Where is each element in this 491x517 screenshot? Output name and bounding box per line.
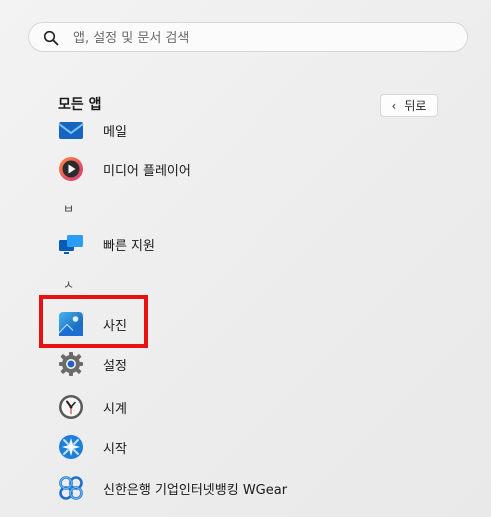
list-item-label: 신한은행 기업인터넷뱅킹 WGear [103,482,288,498]
quick-assist-icon [59,235,83,254]
page-title: 모든 앱 [58,97,102,113]
back-button[interactable]: ‹ 뒤로 [380,94,438,117]
get-started-icon [59,435,83,459]
section-letter-siot[interactable]: ㅅ [63,276,74,293]
back-button-label: 뒤로 [404,99,427,113]
list-item-clock[interactable]: 시계 [52,389,432,425]
list-item-label: 메일 [103,124,127,140]
list-item-media-player[interactable]: 미디어 플레이어 [52,151,432,187]
search-box[interactable] [28,22,468,52]
list-item-label: 설정 [103,358,127,374]
list-item-label: 시작 [103,441,127,457]
highlight-box [39,295,148,348]
shinhan-wgear-icon [59,476,83,500]
list-item-settings[interactable]: 설정 [52,346,432,382]
mail-icon [58,122,84,139]
search-input[interactable] [71,27,455,49]
clock-icon [59,395,83,419]
search-icon [43,30,59,46]
list-item-shinhan-wgear[interactable]: 신한은행 기업인터넷뱅킹 WGear [52,470,432,506]
settings-gear-icon [59,352,83,376]
list-item-quick-assist[interactable]: 빠른 지원 [52,226,432,262]
list-item-get-started[interactable]: 시작 [52,429,432,465]
media-player-icon [59,157,83,181]
section-letter-bieup[interactable]: ㅂ [63,200,74,217]
list-item-mail[interactable]: 메일 [52,120,432,148]
list-item-label: 빠른 지원 [103,238,155,254]
chevron-left-icon: ‹ [391,98,397,113]
list-item-label: 미디어 플레이어 [103,163,191,179]
list-item-label: 시계 [103,401,127,417]
